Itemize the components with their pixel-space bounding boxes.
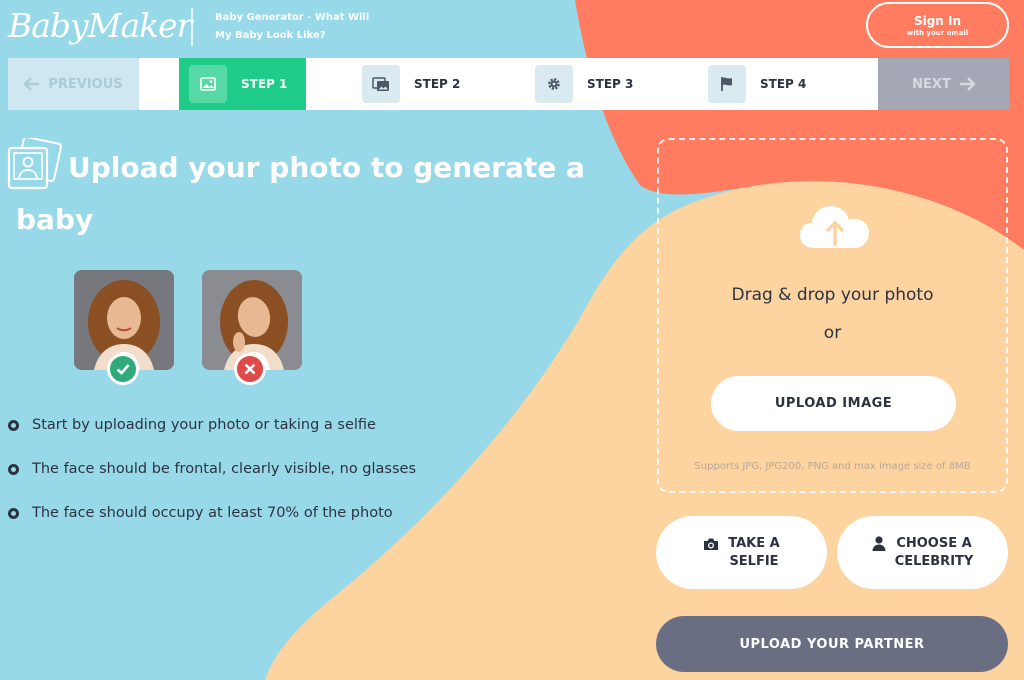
steps-bar: PREVIOUS STEP 1 STEP 2 STEP 3 STEP 4 NEX… <box>8 58 1009 110</box>
tip-text: Start by uploading your photo or taking … <box>32 417 376 433</box>
step-label: STEP 2 <box>414 77 461 91</box>
step-1-tab[interactable]: STEP 1 <box>179 58 306 110</box>
next-label: NEXT <box>912 76 951 92</box>
list-item: Start by uploading your photo or taking … <box>8 403 416 447</box>
flag-icon <box>708 65 746 103</box>
cloud-upload-icon <box>800 206 869 248</box>
list-item: The face should occupy at least 70% of t… <box>8 491 416 535</box>
tips-list: Start by uploading your photo or taking … <box>8 403 416 535</box>
bullet-icon <box>8 463 19 475</box>
rejected-badge <box>234 353 266 385</box>
check-icon <box>116 364 130 375</box>
selfie-label-line2: SELFIE <box>729 553 779 569</box>
camera-icon <box>704 538 719 550</box>
page-title: Upload your photo to generate a baby <box>16 151 585 236</box>
tip-text: The face should be frontal, clearly visi… <box>32 461 417 477</box>
list-item: The face should be frontal, clearly visi… <box>8 447 416 491</box>
approved-badge <box>107 353 139 385</box>
upload-image-button[interactable]: UPLOAD IMAGE <box>711 376 956 431</box>
signin-sublabel: with your email <box>906 29 969 37</box>
images-icon <box>362 65 400 103</box>
supported-formats-text: Supports JPG, JPG200, PNG and max image … <box>694 461 971 472</box>
step-2-tab[interactable]: STEP 2 <box>362 58 460 110</box>
bullet-icon <box>8 419 19 431</box>
photo-dropzone[interactable]: Drag & drop your photo or UPLOAD IMAGE S… <box>657 138 1008 493</box>
signin-button[interactable]: Sign In with your email <box>866 2 1009 48</box>
user-icon <box>872 536 886 551</box>
signin-label: Sign In <box>913 14 962 28</box>
gear-icon <box>535 65 573 103</box>
step-3-tab[interactable]: STEP 3 <box>535 58 633 110</box>
arrow-right-icon <box>959 77 975 91</box>
image-icon <box>189 65 227 103</box>
header-divider <box>191 8 193 46</box>
step-label: STEP 1 <box>241 77 288 91</box>
tip-text: The face should occupy at least 70% of t… <box>32 505 393 521</box>
close-icon <box>244 363 256 375</box>
selfie-label-line1: TAKE A <box>728 535 780 551</box>
take-selfie-button[interactable]: TAKE A SELFIE <box>656 516 827 589</box>
celebrity-label-line2: CELEBRITY <box>894 553 974 569</box>
previous-button[interactable]: PREVIOUS <box>8 58 139 110</box>
celebrity-label-line1: CHOOSE A <box>896 535 972 551</box>
tagline: Baby Generator - What Will My Baby Look … <box>215 12 370 41</box>
previous-label: PREVIOUS <box>48 76 123 92</box>
upload-partner-button[interactable]: UPLOAD YOUR PARTNER <box>656 616 1008 672</box>
step-4-tab[interactable]: STEP 4 <box>708 58 806 110</box>
arrow-left-icon <box>24 77 40 91</box>
step-label: STEP 4 <box>760 77 807 91</box>
next-button[interactable]: NEXT <box>878 58 1009 110</box>
or-text: or <box>823 323 842 343</box>
choose-celebrity-button[interactable]: CHOOSE A CELEBRITY <box>837 516 1008 589</box>
logo[interactable]: BabyMaker <box>8 6 192 46</box>
step-label: STEP 3 <box>587 77 634 91</box>
drag-drop-text: Drag & drop your photo <box>731 285 934 305</box>
bullet-icon <box>8 507 19 519</box>
